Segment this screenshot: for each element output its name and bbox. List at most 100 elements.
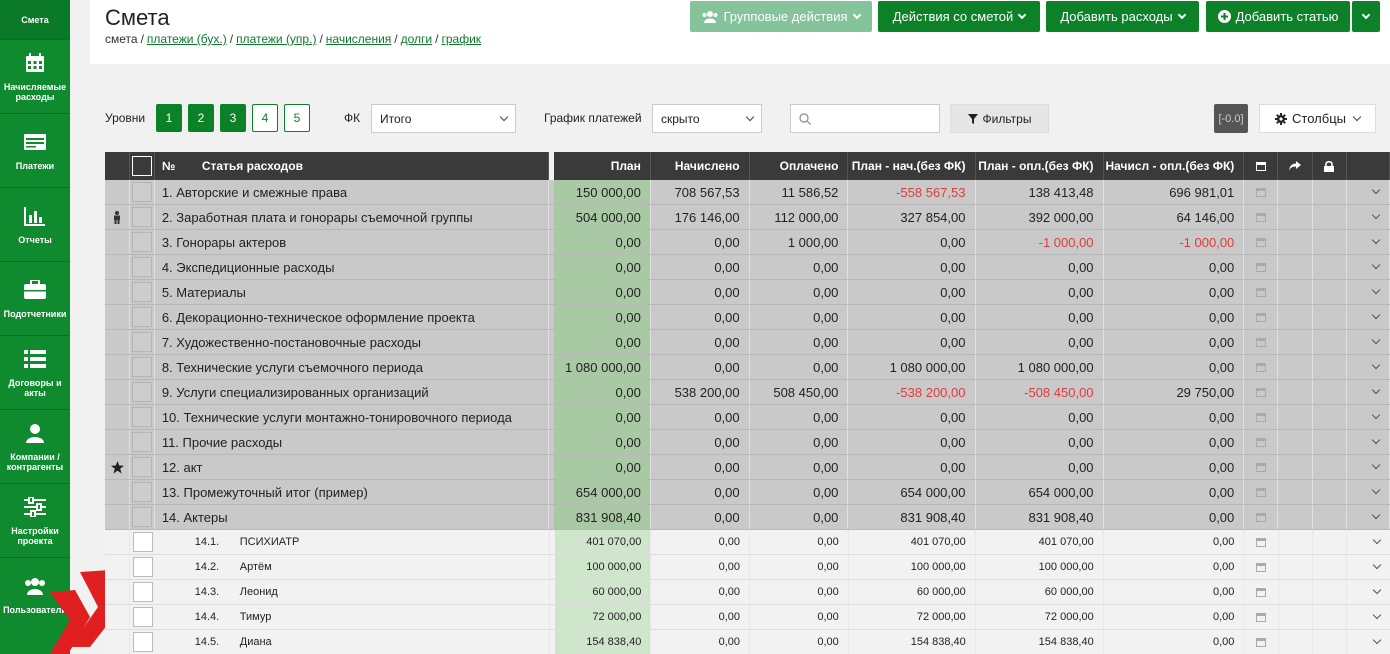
row-expand-button[interactable] — [1347, 630, 1390, 654]
row-checkbox[interactable] — [130, 430, 155, 454]
table-row[interactable]: 14.2. Артём 100 000,00 0,00 0,00 100 000,00 10… — [105, 555, 1390, 580]
calendar-icon[interactable] — [1244, 380, 1279, 404]
row-expand-button[interactable] — [1347, 230, 1390, 254]
level-5-button[interactable]: 5 — [284, 104, 310, 132]
estimate-actions-button[interactable]: Действия со сметой — [878, 1, 1040, 32]
row-expand-button[interactable] — [1347, 530, 1390, 554]
fk-select[interactable]: Итого — [371, 104, 516, 133]
table-row[interactable]: 2. Заработная плата и гонорары съемочной… — [105, 205, 1390, 230]
row-expand-button[interactable] — [1347, 455, 1390, 479]
table-row[interactable]: 10. Технические услуги монтажно-тонирово… — [105, 405, 1390, 430]
row-expand-button[interactable] — [1347, 305, 1390, 329]
columns-button[interactable]: Столбцы — [1259, 104, 1376, 133]
column-header-accrued-paid[interactable]: Начисл - опл.(без ФК) — [1104, 152, 1245, 180]
row-checkbox[interactable] — [130, 255, 155, 279]
row-expand-button[interactable] — [1347, 355, 1390, 379]
calendar-icon[interactable] — [1244, 630, 1279, 654]
row-expand-button[interactable] — [1347, 480, 1390, 504]
calendar-icon[interactable] — [1244, 480, 1279, 504]
row-checkbox[interactable] — [130, 555, 154, 579]
row-expand-button[interactable] — [1347, 580, 1390, 604]
level-1-button[interactable]: 1 — [156, 104, 182, 132]
breadcrumb-link-schedule[interactable]: график — [441, 32, 481, 46]
schedule-select[interactable]: скрыто — [652, 104, 762, 133]
row-checkbox[interactable] — [130, 480, 155, 504]
table-row[interactable]: 6. Декорационно-техническое оформление п… — [105, 305, 1390, 330]
table-row[interactable]: 14. Актеры 831 908,40 0,00 0,00 831 908,40 83… — [105, 505, 1390, 530]
table-row[interactable]: 14.4. Тимур 72 000,00 0,00 0,00 72 000,00 72 0… — [105, 605, 1390, 630]
column-header-plan-paid[interactable]: План - опл.(без ФК) — [976, 152, 1104, 180]
cell-name[interactable]: 8. Технические услуги съемочного периода — [155, 355, 550, 379]
range-badge-button[interactable]: [-0.0] — [1214, 104, 1248, 133]
row-expand-button[interactable] — [1347, 255, 1390, 279]
calendar-icon[interactable] — [1244, 455, 1279, 479]
calendar-icon[interactable] — [1244, 330, 1279, 354]
calendar-icon[interactable] — [1244, 230, 1279, 254]
breadcrumb-link-debts[interactable]: долги — [401, 32, 433, 46]
cell-name[interactable]: 12. акт — [155, 455, 550, 479]
column-header-name[interactable]: № Статья расходов — [155, 152, 550, 180]
column-header-plan[interactable]: План — [554, 152, 651, 180]
cell-name[interactable]: 5. Материалы — [155, 280, 550, 304]
row-checkbox[interactable] — [130, 230, 155, 254]
row-expand-button[interactable] — [1347, 505, 1390, 529]
sidebar-item-companies[interactable]: Компании / контрагенты — [0, 410, 70, 484]
cell-name[interactable]: 2. Заработная плата и гонорары съемочной… — [155, 205, 550, 229]
breadcrumb-link-payments-acc[interactable]: платежи (бух.) — [147, 32, 227, 46]
row-checkbox[interactable] — [130, 580, 154, 604]
table-row[interactable]: 12. акт 0,00 0,00 0,00 0,00 0,00 0,00 — [105, 455, 1390, 480]
calendar-icon[interactable] — [1244, 580, 1279, 604]
row-checkbox[interactable] — [130, 605, 154, 629]
cell-name[interactable]: 14.1. ПСИХИАТР — [155, 530, 550, 554]
cell-name[interactable]: 13. Промежуточный итог (пример) — [155, 480, 550, 504]
level-3-button[interactable]: 3 — [220, 104, 246, 132]
row-checkbox[interactable] — [130, 380, 155, 404]
sidebar-item-accountables[interactable]: Подотчетники — [0, 262, 70, 336]
sidebar-item-settings[interactable]: Настройки проекта — [0, 484, 70, 558]
calendar-icon[interactable] — [1244, 530, 1279, 554]
row-checkbox[interactable] — [130, 330, 155, 354]
row-checkbox[interactable] — [130, 455, 155, 479]
calendar-icon[interactable] — [1244, 405, 1279, 429]
row-expand-button[interactable] — [1347, 280, 1390, 304]
row-expand-button[interactable] — [1347, 380, 1390, 404]
calendar-icon[interactable] — [1244, 180, 1279, 204]
calendar-icon[interactable] — [1244, 605, 1279, 629]
sidebar-item-contracts[interactable]: Договоры и акты — [0, 336, 70, 410]
cell-name[interactable]: 9. Услуги специализированных организаций — [155, 380, 550, 404]
cell-name[interactable]: 7. Художественно-постановочные расходы — [155, 330, 550, 354]
calendar-icon[interactable] — [1244, 355, 1279, 379]
cell-name[interactable]: 6. Декорационно-техническое оформление п… — [155, 305, 550, 329]
cell-name[interactable]: 4. Экспедиционные расходы — [155, 255, 550, 279]
calendar-icon[interactable] — [1244, 255, 1279, 279]
table-row[interactable]: 3. Гонорары актеров 0,00 0,00 1 000,00 0,00-… — [105, 230, 1390, 255]
calendar-icon[interactable] — [1244, 205, 1279, 229]
cell-name[interactable]: 3. Гонорары актеров — [155, 230, 550, 254]
row-checkbox[interactable] — [130, 355, 155, 379]
breadcrumb-link-payments-mgmt[interactable]: платежи (упр.) — [236, 32, 316, 46]
breadcrumb-link-accruals[interactable]: начисления — [326, 32, 392, 46]
table-row[interactable]: 14.5. Диана 154 838,40 0,00 0,00 154 838,40 15… — [105, 630, 1390, 654]
cell-name[interactable]: 11. Прочие расходы — [155, 430, 550, 454]
level-2-button[interactable]: 2 — [188, 104, 214, 132]
table-row[interactable]: 9. Услуги специализированных организаций… — [105, 380, 1390, 405]
column-header-accrued[interactable]: Начислено — [651, 152, 750, 180]
filters-button[interactable]: Фильтры — [950, 104, 1049, 133]
row-checkbox[interactable] — [130, 530, 154, 554]
select-all-checkbox[interactable] — [130, 152, 155, 180]
row-checkbox[interactable] — [130, 280, 155, 304]
table-row[interactable]: 4. Экспедиционные расходы 0,00 0,00 0,00 0,0… — [105, 255, 1390, 280]
column-header-plan-accrued[interactable]: План - нач.(без ФК) — [848, 152, 976, 180]
sidebar-item-reports[interactable]: Отчеты — [0, 188, 70, 262]
add-item-dropdown-button[interactable] — [1352, 1, 1380, 32]
row-expand-button[interactable] — [1347, 330, 1390, 354]
cell-name[interactable]: 14.5. Диана — [155, 630, 550, 654]
cell-name[interactable]: 10. Технические услуги монтажно-тонирово… — [155, 405, 550, 429]
row-expand-button[interactable] — [1347, 180, 1390, 204]
group-actions-button[interactable]: Групповые действия — [690, 1, 872, 32]
cell-name[interactable]: 14.3. Леонид — [155, 580, 550, 604]
level-4-button[interactable]: 4 — [252, 104, 278, 132]
cell-name[interactable]: 14.2. Артём — [155, 555, 550, 579]
table-row[interactable]: 11. Прочие расходы 0,00 0,00 0,00 0,00 0,00 0,… — [105, 430, 1390, 455]
sidebar-item-payments[interactable]: Платежи — [0, 114, 70, 188]
